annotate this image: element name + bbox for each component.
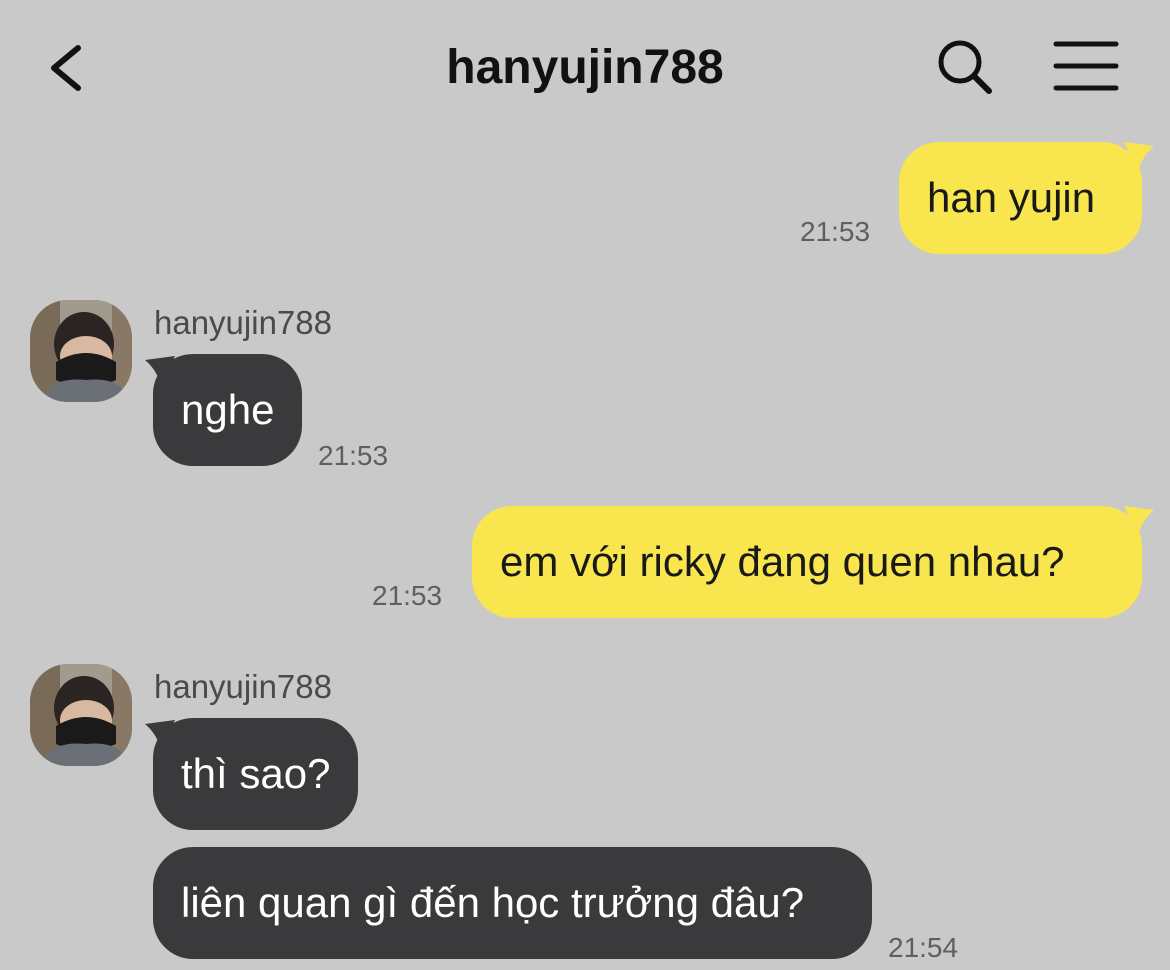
message-timestamp: 21:53 <box>800 216 871 247</box>
incoming-message-bubble[interactable]: nghe <box>153 354 302 466</box>
message-timestamp: 21:53 <box>372 580 443 611</box>
incoming-message-bubble[interactable]: thì sao? <box>153 718 358 830</box>
search-button[interactable] <box>934 36 996 98</box>
sender-name: hanyujin788 <box>154 304 332 341</box>
message-timestamp: 21:53 <box>318 440 389 471</box>
avatar-photo-icon <box>30 300 132 402</box>
message-timestamp: 21:54 <box>888 932 959 963</box>
menu-icon <box>1053 41 1119 91</box>
sender-avatar[interactable] <box>30 664 132 766</box>
menu-button[interactable] <box>1052 36 1120 98</box>
incoming-message-bubble[interactable]: liên quan gì đến học trưởng đâu? <box>153 847 872 959</box>
sender-avatar[interactable] <box>30 300 132 402</box>
outgoing-message-bubble[interactable]: han yujin <box>899 142 1142 254</box>
chat-header: hanyujin788 <box>0 0 1170 135</box>
avatar-photo-icon <box>30 664 132 766</box>
bubble-tail <box>1124 506 1154 536</box>
search-icon <box>938 40 992 94</box>
outgoing-message-bubble[interactable]: em với ricky đang quen nhau? <box>472 506 1142 618</box>
bubble-tail <box>1124 142 1154 172</box>
sender-name: hanyujin788 <box>154 668 332 705</box>
